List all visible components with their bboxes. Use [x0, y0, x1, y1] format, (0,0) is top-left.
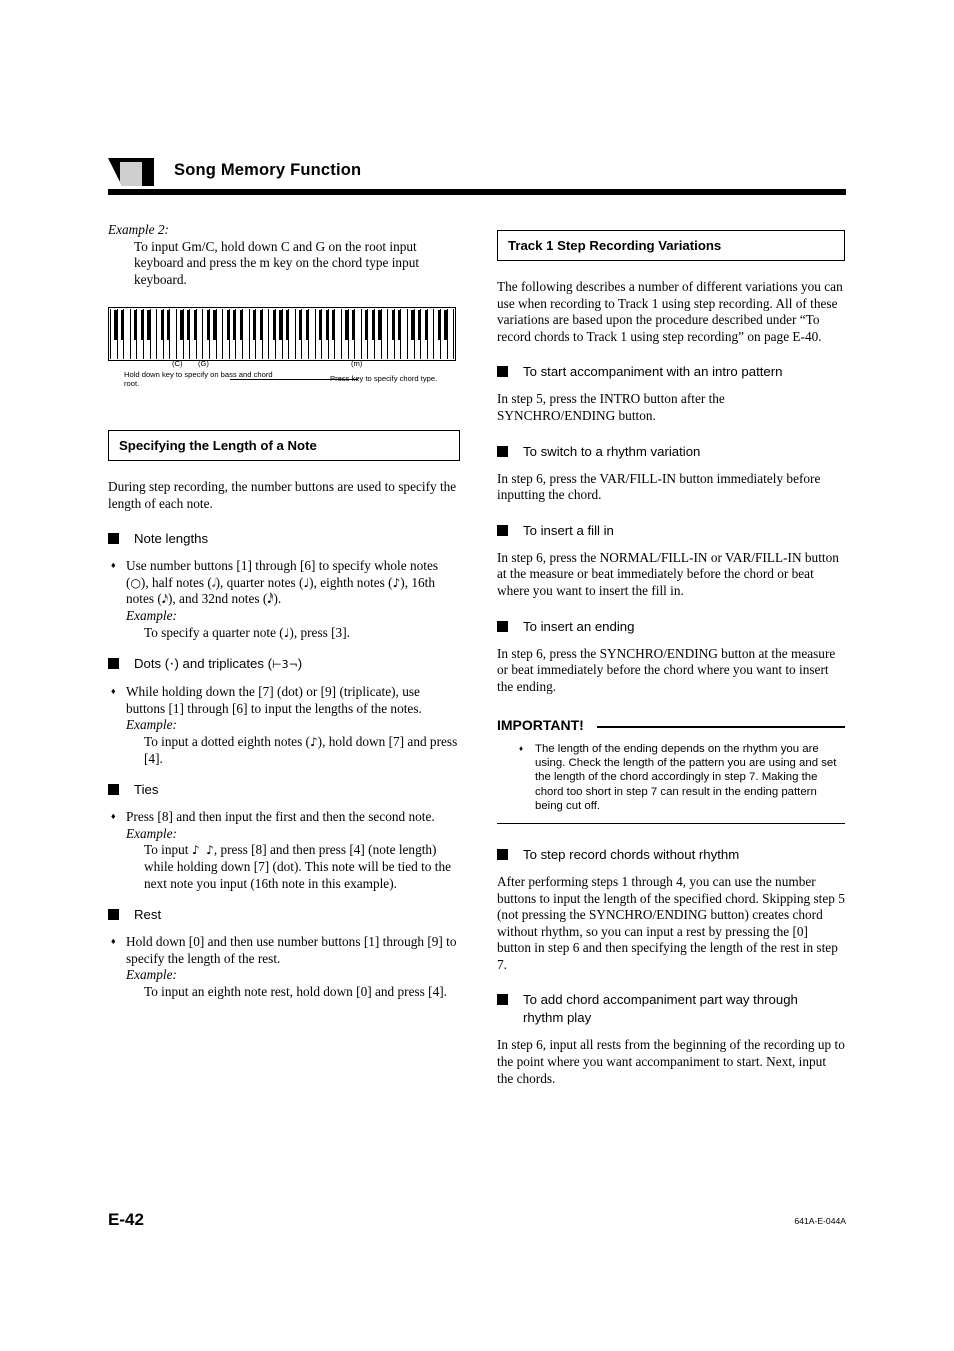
doc-code: 641A-E-044A: [794, 1216, 846, 1226]
heading-note-lengths: Note lengths: [108, 530, 460, 548]
label-g: (G): [198, 359, 209, 368]
left-column-lower: Specifying the Length of a Note During s…: [108, 430, 460, 1000]
heading-rest: Rest: [108, 906, 460, 924]
note-length-intro: During step recording, the number button…: [108, 479, 457, 511]
important-item: The length of the ending depends on the …: [505, 742, 845, 813]
figure-divider-line: [230, 379, 358, 380]
heading-without-rhythm: To step record chords without rhythm: [497, 846, 845, 864]
left-column: Example 2: To input Gm/C, hold down C an…: [108, 222, 460, 288]
header-mark-icon: [108, 158, 154, 186]
item-note-lengths: Use number buttons [1] through [6] to sp…: [108, 557, 460, 608]
example-rest: To input an eighth note rest, hold down …: [144, 983, 447, 999]
label-example-rest: Example:: [126, 967, 177, 983]
heading-part-way: To add chord accompaniment part way thro…: [497, 991, 845, 1027]
heading-dots-triplicates: Dots (·) and triplicates (⊢3¬): [108, 655, 460, 674]
header-mark-inner: [120, 162, 142, 186]
important-title-text: IMPORTANT!: [497, 717, 584, 734]
heading-fill-in: To insert a fill in: [497, 522, 845, 540]
important-title: IMPORTANT!: [497, 717, 845, 736]
keyboard-outline: [108, 307, 456, 361]
page-header: Song Memory Function: [108, 158, 846, 198]
section-note-length: Specifying the Length of a Note: [108, 430, 460, 461]
example-ties: To input ♪ ♪, press [8] and then press […: [144, 842, 452, 891]
example-dots: To input a dotted eighth notes (♪), hold…: [144, 733, 458, 766]
section-track1-variations: Track 1 Step Recording Variations: [497, 230, 845, 261]
right-column: Track 1 Step Recording Variations The fo…: [497, 230, 845, 1087]
para-fill-in: In step 6, press the NORMAL/FILL-IN or V…: [497, 549, 839, 598]
para-intro-pattern: In step 5, press the INTRO button after …: [497, 391, 725, 423]
keyboard-figure: (C) (G) (m) Hold down key to specify on …: [108, 307, 460, 388]
label-example-ties: Example:: [126, 825, 177, 841]
example2-label: Example 2:: [108, 222, 169, 237]
page-number: E-42: [108, 1210, 144, 1229]
item-ties: Press [8] and then input the first and t…: [108, 808, 460, 826]
para-part-way: In step 6, input all rests from the begi…: [497, 1037, 845, 1086]
para-ending: In step 6, press the SYNCHRO/ENDING butt…: [497, 645, 836, 694]
important-box: The length of the ending depends on the …: [497, 736, 845, 824]
heading-ties: Ties: [108, 781, 460, 799]
example2-body: To input Gm/C, hold down C and G on the …: [134, 238, 420, 287]
item-dots: While holding down the [7] (dot) or [9] …: [108, 683, 460, 717]
track1-intro: The following describes a number of diff…: [497, 279, 843, 344]
manual-page: Song Memory Function Example 2: To input…: [0, 0, 954, 1351]
keyboard-labels: (C) (G) (m) Hold down key to specify on …: [108, 359, 460, 388]
heading-rhythm-variation: To switch to a rhythm variation: [497, 443, 845, 461]
heading-ending: To insert an ending: [497, 618, 845, 636]
example-note-lengths: To specify a quarter note (♩), press [3]…: [144, 624, 350, 640]
important-rule: [597, 726, 845, 729]
keyboard-keys: [110, 309, 454, 359]
heading-intro-pattern: To start accompaniment with an intro pat…: [497, 363, 845, 381]
label-example-note-lengths: Example:: [126, 607, 177, 623]
para-without-rhythm: After performing steps 1 through 4, you …: [497, 873, 845, 972]
item-rest: Hold down [0] and then use number button…: [108, 933, 460, 967]
label-m: (m): [351, 359, 363, 368]
header-rule: [108, 189, 846, 195]
label-example-dots: Example:: [126, 717, 177, 733]
label-c: (C): [172, 359, 183, 368]
page-title: Song Memory Function: [174, 161, 362, 179]
para-rhythm-variation: In step 6, press the VAR/FILL-IN button …: [497, 470, 821, 503]
